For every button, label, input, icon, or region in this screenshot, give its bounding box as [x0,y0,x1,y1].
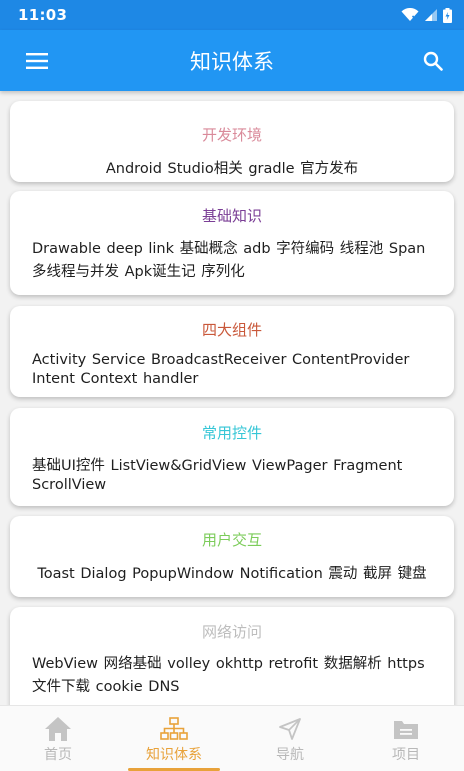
nav-label: 项目 [392,747,420,763]
knowledge-list[interactable]: 开发环境 Android Studio相关 gradle 官方发布 基础知识 D… [0,91,464,705]
signal-icon [425,9,437,21]
search-icon [423,51,443,71]
menu-icon [26,52,48,69]
card-network-access[interactable]: 网络访问 WebView 网络基础 volley okhttp retrofit… [10,607,454,705]
card-items: Android Studio相关 gradle 官方发布 [105,161,359,177]
card-title: 常用控件 [201,424,262,442]
menu-button[interactable] [20,44,54,78]
card-items: 基础UI控件 ListView&GridView ViewPager Fragm… [32,458,403,493]
card-dev-environment[interactable]: 开发环境 Android Studio相关 gradle 官方发布 [10,101,454,182]
wifi-icon [401,8,419,22]
app-bar: 知识体系 [0,30,464,91]
card-user-interaction[interactable]: 用户交互 Toast Dialog PopupWindow Notificati… [10,516,454,597]
nav-item-navigation[interactable]: 导航 [232,706,348,771]
status-bar: 11:03 [0,0,464,30]
card-title: 开发环境 [201,126,262,144]
nav-item-home[interactable]: 首页 [0,706,116,771]
nav-label: 知识体系 [146,747,202,763]
card-basic-knowledge[interactable]: 基础知识 Drawable deep link 基础概念 adb 字符编码 线程… [10,191,454,295]
nav-item-projects[interactable]: 项目 [348,706,464,771]
nav-label: 首页 [44,747,72,763]
card-title: 基础知识 [201,207,262,225]
hierarchy-icon [159,716,189,742]
card-title: 四大组件 [201,321,262,339]
status-time: 11:03 [18,6,68,24]
navigation-icon [275,716,305,742]
search-button[interactable] [416,44,450,78]
card-items: Drawable deep link 基础概念 adb 字符编码 线程池 Spa… [32,241,426,280]
card-items: Toast Dialog PopupWindow Notification 震动… [37,566,427,582]
status-icons [401,7,452,23]
nav-label: 导航 [276,747,304,763]
nav-item-knowledge[interactable]: 知识体系 [116,706,232,771]
page-title: 知识体系 [190,49,274,74]
card-title: 网络访问 [201,623,262,641]
card-title: 用户交互 [201,531,262,549]
home-icon [43,716,73,742]
card-four-components[interactable]: 四大组件 Activity Service BroadcastReceiver … [10,306,454,397]
battery-icon [443,7,452,23]
card-items: Activity Service BroadcastReceiver Conte… [32,352,410,387]
folder-icon [391,716,421,742]
bottom-nav: 首页 知识体系 导航 项目 [0,705,464,771]
card-common-widgets[interactable]: 常用控件 基础UI控件 ListView&GridView ViewPager … [10,408,454,506]
card-items: WebView 网络基础 volley okhttp retrofit 数据解析… [32,656,425,695]
